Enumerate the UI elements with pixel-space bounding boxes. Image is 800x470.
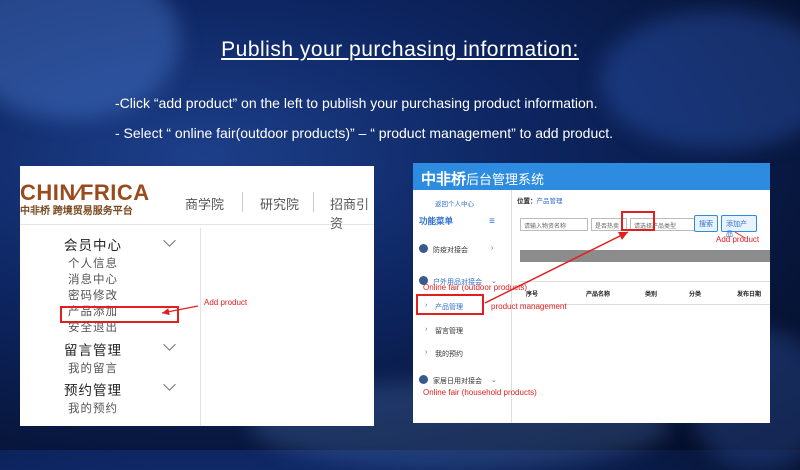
arrow-add-product-left bbox=[161, 305, 199, 316]
annotation-add-product-right: Add product bbox=[716, 235, 760, 244]
annotation-arrows bbox=[161, 231, 746, 316]
annotation-household-fair: Online fair (household products) bbox=[423, 388, 537, 397]
annotation-product-mgmt: product management bbox=[491, 302, 567, 311]
annotation-outdoor-fair: Online fair (outdoor products) bbox=[423, 283, 528, 292]
arrow-to-add-button bbox=[484, 231, 629, 304]
annotation-add-product-left: Add product bbox=[204, 298, 248, 307]
